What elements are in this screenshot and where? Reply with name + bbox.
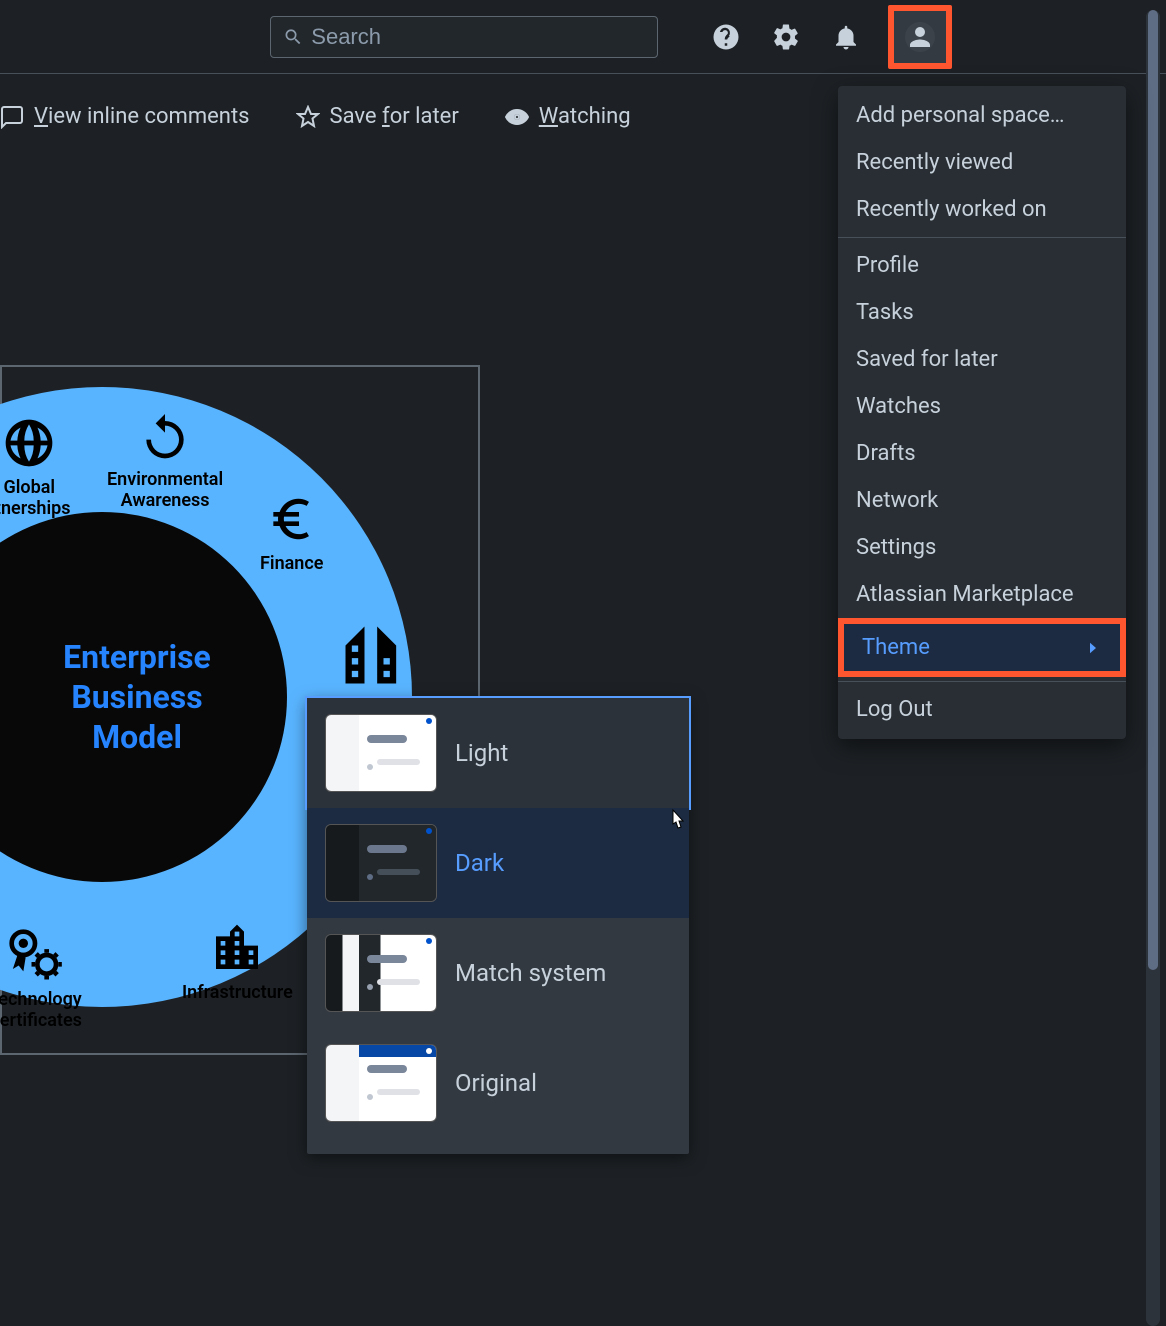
award-gear-icon <box>7 927 63 983</box>
chevron-right-icon <box>1084 639 1102 657</box>
globe-icon <box>1 415 57 471</box>
menu-recently-worked-on[interactable]: Recently worked on <box>838 186 1126 233</box>
diagram-item-infra: Infrastructure <box>182 920 293 1003</box>
menu-separator <box>838 237 1126 238</box>
menu-atlassian-marketplace[interactable]: Atlassian Marketplace <box>838 571 1126 618</box>
menu-add-personal-space[interactable]: Add personal space… <box>838 92 1126 139</box>
search-input[interactable] <box>311 24 645 50</box>
diagram-item-industry <box>336 617 412 699</box>
gear-icon[interactable] <box>768 19 804 55</box>
view-comments-label: View inline comments <box>34 104 250 129</box>
menu-network[interactable]: Network <box>838 477 1126 524</box>
menu-tasks[interactable]: Tasks <box>838 289 1126 336</box>
bell-icon[interactable] <box>828 19 864 55</box>
theme-option-light[interactable]: Light <box>307 698 689 808</box>
theme-option-original-label: Original <box>455 1069 537 1097</box>
top-bar <box>0 0 1166 74</box>
diagram-item-finance: Finance <box>260 491 323 574</box>
save-for-later-label: Save for later <box>330 104 459 129</box>
theme-preview-original <box>325 1044 437 1122</box>
theme-preview-light <box>325 714 437 792</box>
scroll-thumb[interactable] <box>1148 10 1158 970</box>
save-for-later-button[interactable]: Save for later <box>296 104 459 129</box>
theme-option-original[interactable]: Original <box>307 1028 689 1138</box>
view-comments-button[interactable]: View inline comments <box>0 104 250 129</box>
city-icon <box>209 920 265 976</box>
recycle-icon <box>137 407 193 463</box>
menu-theme[interactable]: Theme <box>838 618 1126 677</box>
menu-saved-for-later[interactable]: Saved for later <box>838 336 1126 383</box>
euro-icon <box>264 491 320 547</box>
help-icon[interactable] <box>708 19 744 55</box>
theme-option-dark[interactable]: Dark <box>307 808 689 918</box>
diagram-center-text: Enterprise Business Model <box>63 637 211 757</box>
diagram-item-tech: Technology Certificates <box>0 927 82 1031</box>
menu-drafts[interactable]: Drafts <box>838 430 1126 477</box>
theme-submenu: Light Dark Match system Original <box>307 698 689 1154</box>
user-menu: Add personal space… Recently viewed Rece… <box>838 86 1126 739</box>
watching-button[interactable]: Watching <box>505 104 631 129</box>
theme-option-light-label: Light <box>455 739 508 767</box>
menu-separator <box>838 681 1126 682</box>
star-icon <box>296 105 320 129</box>
theme-preview-dark <box>325 824 437 902</box>
vertical-scrollbar[interactable] <box>1146 10 1160 1326</box>
menu-recently-viewed[interactable]: Recently viewed <box>838 139 1126 186</box>
top-icons <box>708 5 952 69</box>
search-icon <box>283 26 303 48</box>
theme-preview-match <box>325 934 437 1012</box>
menu-log-out[interactable]: Log Out <box>838 686 1126 733</box>
theme-option-match-label: Match system <box>455 959 606 987</box>
cursor-pointer-icon <box>666 808 690 836</box>
buildings-icon <box>336 617 412 693</box>
eye-icon <box>505 105 529 129</box>
theme-option-dark-label: Dark <box>455 849 504 877</box>
diagram-item-global: Global rtnerships <box>0 415 71 519</box>
menu-profile[interactable]: Profile <box>838 242 1126 289</box>
menu-settings[interactable]: Settings <box>838 524 1126 571</box>
search-box[interactable] <box>270 16 658 58</box>
watching-label: Watching <box>539 104 631 129</box>
avatar-highlight <box>888 5 952 69</box>
menu-watches[interactable]: Watches <box>838 383 1126 430</box>
menu-theme-label: Theme <box>862 635 930 660</box>
avatar-icon[interactable] <box>902 19 938 55</box>
diagram-item-env: Environmental Awareness <box>107 407 223 511</box>
comment-icon <box>0 105 24 129</box>
theme-option-match-system[interactable]: Match system <box>307 918 689 1028</box>
